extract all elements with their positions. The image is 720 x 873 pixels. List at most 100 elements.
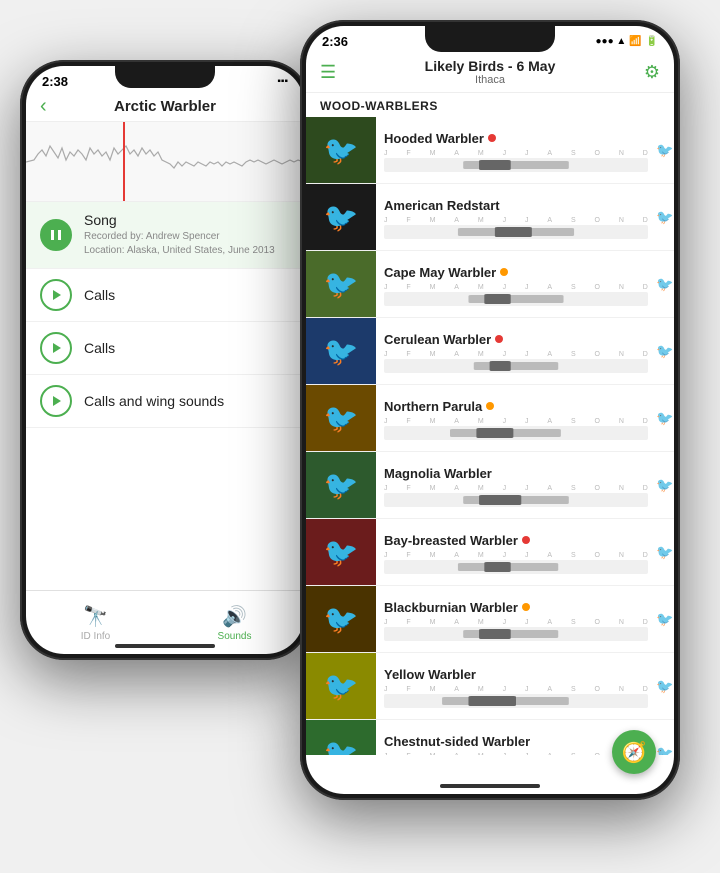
- frequency-bar: JFMAMJJASOND: [384, 351, 648, 373]
- freq-svg: [384, 292, 648, 306]
- frequency-bar: JFMAMJJASOND: [384, 552, 648, 574]
- calls1-info: Calls: [84, 287, 290, 303]
- freq-svg: [384, 158, 648, 172]
- bird-image: 🐦: [306, 184, 376, 250]
- speaker-icon: 🔊: [222, 604, 247, 629]
- sound-item-calls1[interactable]: Calls: [26, 269, 304, 322]
- p2-header: ☰ Likely Birds - 6 May Ithaca ⚙: [306, 54, 674, 93]
- bird-row[interactable]: 🐦 Blackburnian Warbler JFMAMJJASOND 🐦: [306, 586, 674, 653]
- bird-thumbnail: 🐦: [306, 318, 376, 384]
- play-button-calls2[interactable]: [40, 332, 72, 364]
- bird-row[interactable]: 🐦 Hooded Warbler JFMAMJJASOND 🐦: [306, 117, 674, 184]
- hamburger-menu[interactable]: ☰: [320, 62, 336, 83]
- play-button-calls1[interactable]: [40, 279, 72, 311]
- status-dot: [522, 536, 530, 544]
- bird-name: Hooded Warbler: [384, 131, 484, 146]
- wifi-icon: ●●● ▲ 📶: [596, 36, 642, 47]
- bird-info: Yellow Warbler JFMAMJJASOND: [376, 653, 656, 719]
- bird-row[interactable]: 🐦 Bay-breasted Warbler JFMAMJJASOND 🐦: [306, 519, 674, 586]
- freq-bar-bg: [384, 560, 648, 574]
- song-label: Song: [84, 212, 290, 228]
- freq-bar-bg: [384, 158, 648, 172]
- bird-scroll-icon: 🐦: [656, 343, 673, 360]
- notch: [115, 66, 215, 88]
- tab-id-info[interactable]: 🔭 ID Info: [26, 604, 165, 642]
- tab-id-info-label: ID Info: [81, 631, 110, 642]
- bird-scroll-icon: 🐦: [656, 410, 673, 427]
- phone1-screen: 2:38 ▪▪▪ ‹ Arctic Warbler: [26, 66, 304, 654]
- freq-svg: [384, 627, 648, 641]
- calls2-label: Calls: [84, 340, 290, 356]
- status-dot: [486, 402, 494, 410]
- calls-wing-info: Calls and wing sounds: [84, 393, 290, 409]
- sound-list: Song Recorded by: Andrew Spencer Locatio…: [26, 202, 304, 428]
- bird-name: Bay-breasted Warbler: [384, 533, 518, 548]
- freq-bar-bg: [384, 359, 648, 373]
- scroll-indicator: 🐦: [656, 318, 674, 384]
- pause-button[interactable]: [40, 219, 72, 251]
- calls2-info: Calls: [84, 340, 290, 356]
- status-dot: [522, 603, 530, 611]
- filter-icon[interactable]: ⚙: [644, 62, 660, 83]
- bird-row[interactable]: 🐦 Northern Parula JFMAMJJASOND 🐦: [306, 385, 674, 452]
- p2-header-center: Likely Birds - 6 May Ithaca: [336, 58, 644, 86]
- bird-info: Hooded Warbler JFMAMJJASOND: [376, 117, 656, 183]
- bird-info: Cape May Warbler JFMAMJJASOND: [376, 251, 656, 317]
- tab-sounds[interactable]: 🔊 Sounds: [165, 604, 304, 642]
- waveform-area[interactable]: [26, 122, 304, 202]
- freq-bar-bg: [384, 292, 648, 306]
- bird-name: Blackburnian Warbler: [384, 600, 518, 615]
- bird-scroll-icon: 🐦: [656, 544, 673, 561]
- calls1-label: Calls: [84, 287, 290, 303]
- frequency-bar: JFMAMJJASOND: [384, 284, 648, 306]
- bird-row[interactable]: 🐦 Magnolia Warbler JFMAMJJASOND 🐦: [306, 452, 674, 519]
- scroll-indicator: 🐦: [656, 385, 674, 451]
- bird-info: Northern Parula JFMAMJJASOND: [376, 385, 656, 451]
- phone-arctic-warbler: 2:38 ▪▪▪ ‹ Arctic Warbler: [20, 60, 310, 660]
- scroll-indicator: 🐦: [656, 117, 674, 183]
- bird-name-row: Yellow Warbler: [384, 667, 648, 682]
- bird-info: Blackburnian Warbler JFMAMJJASOND: [376, 586, 656, 652]
- bird-info: American Redstart JFMAMJJASOND: [376, 184, 656, 250]
- bird-thumbnail: 🐦: [306, 251, 376, 317]
- freq-svg: [384, 694, 648, 708]
- bird-list[interactable]: 🐦 Hooded Warbler JFMAMJJASOND 🐦 🐦: [306, 117, 674, 755]
- sound-item-calls-wing[interactable]: Calls and wing sounds: [26, 375, 304, 428]
- bird-name-row: Chestnut-sided Warbler: [384, 734, 648, 749]
- bird-row[interactable]: 🐦 American Redstart JFMAMJJASOND 🐦: [306, 184, 674, 251]
- waveform-svg: [26, 132, 304, 192]
- back-button[interactable]: ‹: [40, 95, 47, 118]
- bird-image: 🐦: [306, 318, 376, 384]
- bird-name: Chestnut-sided Warbler: [384, 734, 530, 749]
- month-labels: JFMAMJJASOND: [384, 485, 648, 492]
- bird-name: Cape May Warbler: [384, 265, 496, 280]
- bird-scroll-icon: 🐦: [656, 209, 673, 226]
- play-button-calls-wing[interactable]: [40, 385, 72, 417]
- month-labels: JFMAMJJASOND: [384, 150, 648, 157]
- bird-name-row: Cerulean Warbler: [384, 332, 648, 347]
- scene: 2:38 ▪▪▪ ‹ Arctic Warbler: [0, 0, 720, 873]
- bird-row[interactable]: 🐦 Cerulean Warbler JFMAMJJASOND 🐦: [306, 318, 674, 385]
- bird-image: 🐦: [306, 586, 376, 652]
- sound-item-song[interactable]: Song Recorded by: Andrew Spencer Locatio…: [26, 202, 304, 269]
- bird-row[interactable]: 🐦 Yellow Warbler JFMAMJJASOND 🐦: [306, 653, 674, 720]
- notch-2: [425, 26, 555, 52]
- bird-row[interactable]: 🐦 Cape May Warbler JFMAMJJASOND 🐦: [306, 251, 674, 318]
- frequency-bar: JFMAMJJASOND: [384, 485, 648, 507]
- bird-thumbnail: 🐦: [306, 385, 376, 451]
- scroll-indicator: 🐦: [656, 720, 674, 755]
- scroll-indicator: 🐦: [656, 251, 674, 317]
- bird-scroll-icon: 🐦: [656, 745, 673, 756]
- status-icons-1: ▪▪▪: [277, 76, 288, 87]
- status-dot: [495, 335, 503, 343]
- frequency-bar: JFMAMJJASOND: [384, 619, 648, 641]
- calls-wing-label: Calls and wing sounds: [84, 393, 290, 409]
- sound-item-calls2[interactable]: Calls: [26, 322, 304, 375]
- signal-icon: ▪▪▪: [277, 76, 288, 87]
- tab-sounds-label: Sounds: [218, 631, 252, 642]
- freq-svg: [384, 426, 648, 440]
- bird-scroll-icon: 🐦: [656, 477, 673, 494]
- bird-image: 🐦: [306, 452, 376, 518]
- bird-image: 🐦: [306, 385, 376, 451]
- compass-fab[interactable]: 🧭: [612, 730, 656, 774]
